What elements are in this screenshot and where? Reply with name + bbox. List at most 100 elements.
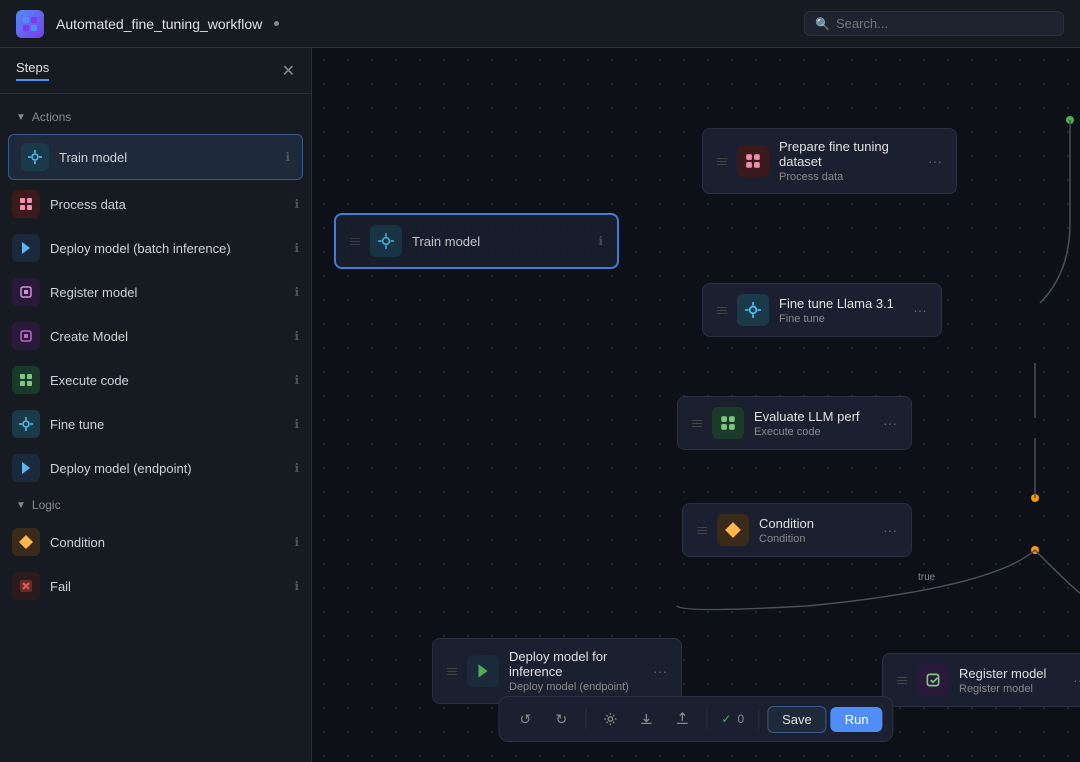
workflow-title: Automated_fine_tuning_workflow — [56, 16, 262, 32]
drag-handle[interactable] — [350, 238, 360, 245]
undo-button[interactable]: ↺ — [509, 703, 541, 735]
node-menu-register[interactable]: ··· — [1073, 672, 1080, 688]
step-icon-deploy-endpoint — [12, 454, 40, 482]
node-evaluate-llm[interactable]: Evaluate LLM perf Execute code ··· — [677, 396, 912, 450]
step-info-condition[interactable]: ℹ — [294, 535, 299, 549]
status-check-icon: ✓ — [721, 712, 731, 726]
run-button[interactable]: Run — [831, 707, 883, 732]
step-label-process-data: Process data — [50, 197, 284, 212]
step-icon-fine-tune — [12, 410, 40, 438]
node-deploy-inference[interactable]: Deploy model for inference Deploy model … — [432, 638, 682, 704]
step-label-fail: Fail — [50, 579, 284, 594]
sidebar-close-button[interactable]: ✕ — [282, 61, 295, 81]
step-label-condition: Condition — [50, 535, 284, 550]
step-icon-register-model — [12, 278, 40, 306]
drag-handle-condition[interactable] — [697, 527, 707, 534]
toolbar-divider-3 — [758, 709, 759, 729]
node-info-prepare: Prepare fine tuning dataset Process data — [779, 139, 918, 183]
node-condition[interactable]: Condition Condition ··· — [682, 503, 912, 557]
node-menu-fine-tune[interactable]: ··· — [913, 302, 927, 318]
step-icon-condition — [12, 528, 40, 556]
step-label-create-model: Create Model — [50, 329, 284, 344]
node-menu-evaluate[interactable]: ··· — [883, 415, 897, 431]
redo-button[interactable]: ↻ — [545, 703, 577, 735]
step-item-fine-tune[interactable]: Fine tune ℹ — [0, 402, 311, 446]
node-icon-prepare — [737, 145, 769, 177]
node-menu-prepare[interactable]: ··· — [928, 153, 942, 169]
step-label-deploy-batch: Deploy model (batch inference) — [50, 241, 284, 256]
node-title-prepare: Prepare fine tuning dataset — [779, 139, 918, 169]
step-item-create-model[interactable]: Create Model ℹ — [0, 314, 311, 358]
node-menu-condition[interactable]: ··· — [883, 522, 897, 538]
status-count: 0 — [737, 712, 744, 726]
step-label-fine-tune: Fine tune — [50, 417, 284, 432]
step-item-process-data[interactable]: Process data ℹ — [0, 182, 311, 226]
step-info-fail[interactable]: ℹ — [294, 579, 299, 593]
step-icon-process-data — [12, 190, 40, 218]
drag-handle-fine-tune[interactable] — [717, 307, 727, 314]
node-icon-deploy — [467, 655, 499, 687]
step-info-register-model[interactable]: ℹ — [294, 285, 299, 299]
step-item-deploy-endpoint[interactable]: Deploy model (endpoint) ℹ — [0, 446, 311, 490]
topbar: Automated_fine_tuning_workflow 🔍 — [0, 0, 1080, 48]
node-subtitle-deploy: Deploy model (endpoint) — [509, 681, 643, 693]
drag-handle-register[interactable] — [897, 677, 907, 684]
step-icon-train-model — [21, 143, 49, 171]
node-register-model[interactable]: Register model Register model ··· — [882, 653, 1080, 707]
node-title-evaluate: Evaluate LLM perf — [754, 409, 873, 424]
step-item-execute-code[interactable]: Execute code ℹ — [0, 358, 311, 402]
node-icon-register — [917, 664, 949, 696]
node-fine-tune-llama[interactable]: Fine tune Llama 3.1 Fine tune ··· — [702, 283, 942, 337]
bottom-toolbar: ↺ ↻ ✓ 0 — [498, 696, 893, 742]
node-info-evaluate: Evaluate LLM perf Execute code — [754, 409, 873, 438]
step-item-deploy-batch[interactable]: Deploy model (batch inference) ℹ — [0, 226, 311, 270]
section-actions[interactable]: ▼ Actions — [0, 102, 311, 132]
drag-handle-evaluate[interactable] — [692, 420, 702, 427]
settings-button[interactable] — [594, 703, 626, 735]
main-layout: Steps ✕ ▼ Actions — [0, 48, 1080, 762]
drag-handle-deploy[interactable] — [447, 668, 457, 675]
canvas[interactable]: true false — [312, 48, 1080, 762]
toolbar-divider-2 — [706, 709, 707, 729]
sidebar-content: ▼ Actions Train model ℹ — [0, 94, 311, 762]
node-prepare-dataset[interactable]: Prepare fine tuning dataset Process data… — [702, 128, 957, 194]
node-subtitle-register: Register model — [959, 683, 1063, 695]
sidebar-header: Steps ✕ — [0, 48, 311, 94]
step-info-process-data[interactable]: ℹ — [294, 197, 299, 211]
node-title-fine-tune: Fine tune Llama 3.1 — [779, 296, 903, 311]
sidebar-tabs: Steps — [16, 60, 49, 81]
step-info-deploy-endpoint[interactable]: ℹ — [294, 461, 299, 475]
step-info-fine-tune[interactable]: ℹ — [294, 417, 299, 431]
step-info-deploy-batch[interactable]: ℹ — [294, 241, 299, 255]
step-info-create-model[interactable]: ℹ — [294, 329, 299, 343]
download-button[interactable] — [630, 703, 662, 735]
drag-handle-prepare[interactable] — [717, 158, 727, 165]
step-icon-create-model — [12, 322, 40, 350]
node-menu-deploy[interactable]: ··· — [653, 663, 667, 679]
step-item-fail[interactable]: Fail ℹ — [0, 564, 311, 608]
workflow-dot — [274, 21, 279, 26]
section-label-logic: Logic — [32, 498, 61, 512]
step-info-execute-code[interactable]: ℹ — [294, 373, 299, 387]
section-logic[interactable]: ▼ Logic — [0, 490, 311, 520]
step-item-train-model[interactable]: Train model ℹ — [8, 134, 303, 180]
node-train-model-ghost[interactable]: Train model ℹ — [334, 213, 619, 269]
step-icon-fail — [12, 572, 40, 600]
step-item-condition[interactable]: Condition ℹ — [0, 520, 311, 564]
node-info-icon-train-ghost[interactable]: ℹ — [598, 234, 603, 248]
app-logo — [16, 10, 44, 38]
step-icon-deploy-batch — [12, 234, 40, 262]
search-bar[interactable]: 🔍 — [804, 11, 1064, 36]
node-subtitle-fine-tune: Fine tune — [779, 313, 903, 325]
tab-steps[interactable]: Steps — [16, 60, 49, 81]
upload-button[interactable] — [666, 703, 698, 735]
step-info-train-model[interactable]: ℹ — [285, 150, 290, 164]
node-icon-train-ghost — [370, 225, 402, 257]
save-button[interactable]: Save — [767, 706, 827, 733]
step-item-register-model[interactable]: Register model ℹ — [0, 270, 311, 314]
step-label-train-model: Train model — [59, 150, 275, 165]
node-icon-fine-tune — [737, 294, 769, 326]
toolbar-divider-1 — [585, 709, 586, 729]
node-title-train-ghost: Train model — [412, 234, 588, 249]
search-input[interactable] — [836, 16, 1053, 31]
